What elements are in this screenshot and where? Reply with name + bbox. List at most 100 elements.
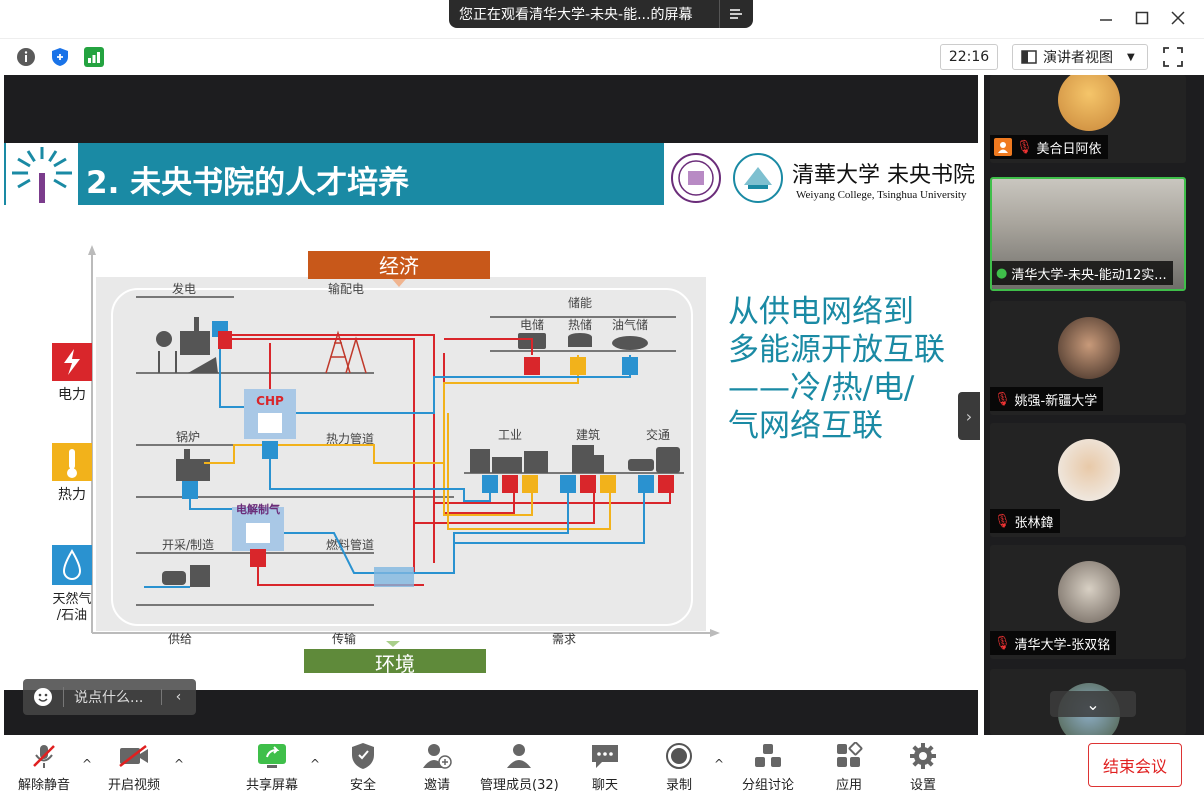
economy-label: 经济 [379,254,419,278]
sidebar-collapse-toggle[interactable]: › [958,392,980,440]
shield-icon[interactable] [50,47,70,67]
participant-tile-active[interactable]: ● 清华大学-未央-能动12实... [990,177,1186,291]
signal-icon[interactable] [84,47,104,67]
chevron-left-icon[interactable]: ‹ [161,689,195,705]
security-label: 安全 [349,778,376,793]
shield-icon [346,741,380,771]
share-label: 共享屏幕 [246,778,299,793]
video-label: 开启视频 [108,778,161,793]
mute-button[interactable]: 解除静音 [18,741,70,793]
participant-name: 张林鍏 [1014,515,1054,531]
energy-network-diagram: 经济 环境 电力 热力 天然气 /石油 供给 传输 需求 发电 锅炉 开采/制造… [52,245,720,673]
label-storage: 储能 [568,295,592,310]
gear-icon [906,741,940,771]
tsinghua-brand: 清華大学 未央书院 Weiyang College, Tsinghua Univ… [668,151,975,203]
maximize-icon[interactable] [1130,8,1154,28]
invite-button[interactable]: 邀请 [420,741,454,793]
title-bar: 您正在观看清华大学-未央-能...的屏幕 [0,0,1204,38]
chat-label: 聊天 [591,778,618,793]
chat-icon [588,741,622,771]
chat-input-bubble[interactable]: 说点什么... ‹ [23,679,196,715]
record-button[interactable]: 录制 [662,741,696,793]
share-screen-icon [255,741,289,771]
mic-muted-icon: 🎙 [994,391,1011,407]
participant-name: 美合日阿依 [1036,141,1102,157]
participant-name: 姚强-新疆大学 [1014,393,1098,409]
chevron-up-icon[interactable]: ^ [714,757,724,771]
video-off-icon [117,741,151,771]
legend-heat: 热力 [58,487,86,503]
settings-label: 设置 [909,778,936,793]
share-banner[interactable]: 您正在观看清华大学-未央-能...的屏幕 [449,0,753,28]
breakout-icon [751,741,785,771]
security-button[interactable]: 安全 [346,741,380,793]
participant-tile[interactable]: 🎙 张林鍏 [990,423,1186,537]
view-mode-label: 演讲者视图 [1043,50,1113,66]
participant-name-bar: ● 清华大学-未央-能动12实... [992,261,1173,285]
brand-chinese: 清華大学 未央书院 [792,163,975,188]
label-heat-pipe: 热力管道 [326,431,374,446]
label-building: 建筑 [576,427,600,442]
end-meeting-button[interactable]: 结束会议 [1088,743,1182,787]
avatar [1058,561,1120,623]
avatar [1058,439,1120,501]
chevron-up-icon[interactable]: ^ [82,757,92,771]
speaker-view-icon [1021,50,1037,64]
chevron-up-icon[interactable]: ^ [174,757,184,771]
minimize-icon[interactable] [1094,8,1118,28]
label-chp: CHP [256,394,284,408]
label-electrolysis: 电解制气 [236,502,280,516]
participant-name-bar: 🎙 清华大学-张双铭 [990,631,1117,655]
breakout-rooms-button[interactable]: 分组讨论 [742,741,794,793]
participant-name-bar: 🎙 张林鍏 [990,509,1060,533]
brand-english: Weiyang College, Tsinghua University [796,189,967,201]
meeting-clock: 22:16 [940,44,998,70]
fullscreen-icon[interactable] [1160,44,1186,70]
participant-gallery[interactable]: 🎙 美合日阿依 ● 清华大学-未央-能动12实... 🎙 姚强-新疆大学 🎙 张… [984,75,1204,735]
chevron-down-icon: ▼ [1127,51,1135,63]
settings-button[interactable]: 设置 [906,741,940,793]
mic-muted-icon: 🎙 [994,513,1011,529]
emoji-icon[interactable] [23,687,63,707]
col-supply: 供给 [168,632,192,646]
video-button[interactable]: 开启视频 [108,741,160,793]
label-elec-storage: 电储 [520,317,544,332]
participant-name-bar: 🎙 美合日阿依 [990,135,1108,159]
record-icon [662,741,696,771]
chat-button[interactable]: 聊天 [588,741,622,793]
info-icon[interactable] [16,47,36,67]
participant-tile[interactable]: 🎙 姚强-新疆大学 [990,301,1186,415]
label-transport: 交通 [646,427,670,442]
participant-tile[interactable]: ⌄ [990,669,1186,735]
manage-participants-button[interactable]: 管理成员(32) [480,741,559,793]
apps-button[interactable]: 应用 [832,741,866,793]
participant-name: 清华大学-张双铭 [1014,637,1111,653]
label-boiler: 锅炉 [176,429,200,444]
mic-on-icon: ● [996,265,1008,281]
banner-menu-icon[interactable] [719,0,751,28]
scroll-down-icon[interactable]: ⌄ [1050,691,1136,717]
headline-line: 从供电网络到 [728,294,914,330]
mute-label: 解除静音 [18,778,71,793]
avatar [1058,317,1120,379]
col-demand: 需求 [552,632,576,646]
breakout-label: 分组讨论 [742,778,795,793]
apps-label: 应用 [835,778,862,793]
legend-gas: 天然气 [52,591,91,607]
headline-line: 多能源开放互联 [728,332,945,368]
label-power-grid: 输配电 [328,281,364,296]
chevron-right-icon: › [965,406,973,426]
share-screen-button[interactable]: 共享屏幕 [246,741,298,793]
label-generation: 发电 [172,281,196,296]
label-extraction: 开采/制造 [162,538,214,552]
participant-tile[interactable]: 🎙 美合日阿依 [990,75,1186,163]
chevron-up-icon[interactable]: ^ [310,757,320,771]
close-icon[interactable] [1166,8,1190,28]
view-mode-select[interactable]: 演讲者视图 ▼ [1012,44,1148,70]
mic-muted-icon [27,741,61,771]
label-heat-storage: 热储 [568,317,592,332]
headline-line: 气网络互联 [728,408,883,444]
shared-screen: 2. 未央书院的人才培养 清華大学 未央书院 Weiyang College, … [4,75,978,735]
chat-placeholder[interactable]: 说点什么... [63,687,161,707]
participant-tile[interactable]: 🎙 清华大学-张双铭 [990,545,1186,659]
